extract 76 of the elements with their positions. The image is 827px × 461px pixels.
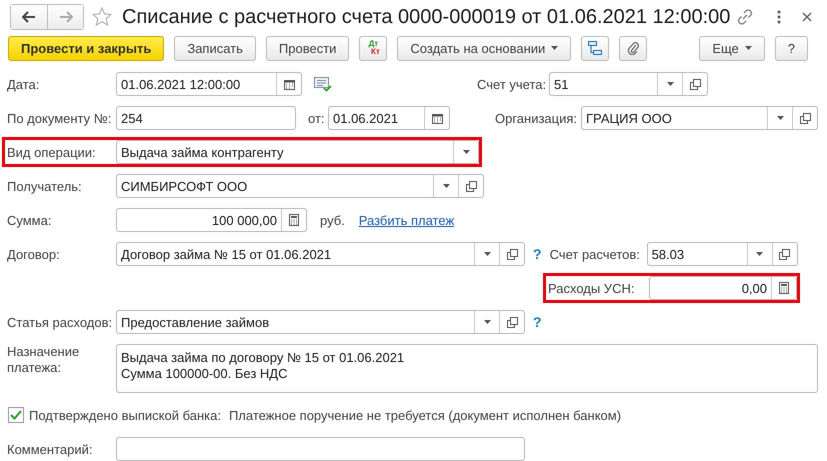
input-field[interactable]: Предоставление займов xyxy=(116,310,525,334)
dropdown-icon xyxy=(484,252,490,256)
status-note: Платежное поручение не требуется (документ исполнен банком) xyxy=(228,408,622,422)
attach-button[interactable] xyxy=(619,36,648,61)
split-payment-link[interactable]: Разбить платеж xyxy=(358,212,454,228)
dropdown-icon xyxy=(756,252,764,256)
open-icon xyxy=(800,112,810,124)
input-field[interactable] xyxy=(116,437,525,461)
hierarchy-icon xyxy=(588,41,602,56)
calendar-icon xyxy=(432,112,442,124)
field-label: Организация: xyxy=(495,110,578,126)
input-field[interactable]: СИМБИРСОФТ ООО xyxy=(116,174,484,198)
field-label: Договор: xyxy=(7,246,61,262)
more-icon xyxy=(777,10,781,24)
currency-label: руб. xyxy=(320,212,345,228)
input-field[interactable]: Выдача займа контрагенту xyxy=(116,140,479,164)
toolbar-button[interactable]: ? xyxy=(774,36,808,61)
back-arrow-icon xyxy=(22,11,36,24)
close-icon xyxy=(802,12,812,22)
window-title: Списание с расчетного счета 0000-000019 от 01.06.2021 12:00:00 xyxy=(122,6,730,29)
check-icon xyxy=(10,410,22,420)
open-icon xyxy=(506,248,518,260)
input-field[interactable]: 100 000,00 xyxy=(116,208,307,232)
help-mark[interactable]: ? xyxy=(533,246,542,262)
paperclip-icon xyxy=(627,41,640,56)
field-label: Сумма: xyxy=(7,212,52,228)
open-icon xyxy=(506,316,518,328)
field-label: Дата: xyxy=(7,76,40,92)
field-label: Счет расчетов: xyxy=(550,246,641,262)
input-field[interactable]: 0,00 xyxy=(649,276,797,300)
dropdown-icon xyxy=(744,46,752,50)
forward-arrow-icon xyxy=(58,11,72,24)
open-icon xyxy=(779,248,790,260)
star-icon xyxy=(92,7,112,28)
calendar-icon xyxy=(284,78,294,90)
calculator-icon xyxy=(779,282,789,294)
field-label: Расходы УСН: xyxy=(548,280,636,296)
menu-button[interactable]: Еще xyxy=(699,36,765,61)
field-label: Назначение платежа: xyxy=(7,344,80,376)
field-label: Счет учета: xyxy=(477,76,548,92)
link-button[interactable] xyxy=(735,7,755,28)
dropdown-icon xyxy=(442,184,450,188)
input-field[interactable]: 51 xyxy=(549,72,708,96)
dropdown-icon xyxy=(462,150,470,154)
toolbar-button[interactable]: Провести xyxy=(266,36,350,61)
text-area[interactable]: Выдача займа по договору № 15 от 01.06.2021 Сумма 100000-00. Без НДС xyxy=(116,344,818,393)
menu-button[interactable]: Создать на основании xyxy=(397,36,572,61)
open-icon xyxy=(690,78,700,90)
field-label: Комментарий: xyxy=(7,442,94,456)
open-icon xyxy=(466,180,476,192)
input-field[interactable]: 58.03 xyxy=(646,242,798,266)
help-mark[interactable]: ? xyxy=(533,314,542,330)
post-and-close-button[interactable]: Провести и закрыть xyxy=(8,36,164,61)
field-label: от: xyxy=(308,110,326,126)
field-label: По документу №: xyxy=(7,110,112,126)
dropdown-icon xyxy=(666,82,674,86)
calculator-icon xyxy=(289,214,299,226)
field-label: Вид операции: xyxy=(7,144,97,160)
dropdown-icon xyxy=(776,116,784,120)
checkbox-label: Подтверждено выпиской банка: xyxy=(29,408,221,422)
input-field[interactable]: ГРАЦИЯ ООО xyxy=(581,106,818,130)
field-label: Статья расходов: xyxy=(7,314,114,330)
checkbox[interactable] xyxy=(8,407,24,423)
dropdown-icon xyxy=(551,46,558,50)
input-field[interactable]: 254 xyxy=(116,106,296,130)
toolbar-button[interactable]: Записать xyxy=(174,36,256,61)
document-check-icon xyxy=(314,76,332,92)
dropdown-icon xyxy=(484,320,490,324)
link-icon xyxy=(737,9,753,26)
debit-credit-button[interactable]: Дт Кт xyxy=(359,36,388,61)
field-label: Получатель: xyxy=(7,178,83,194)
input-field[interactable]: 01.06.2021 xyxy=(328,106,450,130)
input-field[interactable]: 01.06.2021 12:00:00 xyxy=(116,72,302,96)
structure-button[interactable] xyxy=(581,36,610,61)
input-field[interactable]: Договор займа № 15 от 01.06.2021 xyxy=(116,242,525,266)
back-button[interactable] xyxy=(11,5,47,30)
